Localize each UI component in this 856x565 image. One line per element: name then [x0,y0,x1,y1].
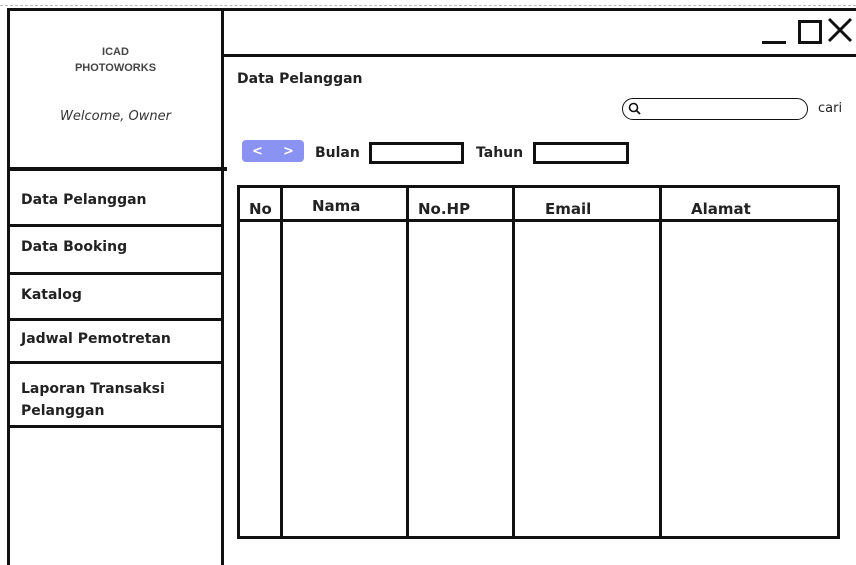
brand-name-line2: PHOTOWORKS [74,62,157,74]
sidebar-header-divider [10,167,227,171]
brand-logo: ICAD PHOTOWORKS [10,44,221,76]
sidebar-item-jadwal-pemotretan[interactable]: Jadwal Pemotretan [10,331,221,347]
column-header-nohp: No.HP [418,200,471,218]
minimize-icon[interactable] [762,16,788,46]
sidebar-divider [221,8,224,565]
sidebar-divider-line [10,272,221,275]
column-header-nama: Nama [312,197,361,215]
month-label: Bulan [315,145,360,161]
welcome-text: Welcome, Owner [60,109,171,124]
canvas-guide [0,5,856,6]
table-header-divider [240,219,837,222]
titlebar-divider [224,54,856,57]
column-header-no: No [249,200,272,218]
brand-name-line1: ICAD [102,46,129,58]
customer-table: No Nama No.HP Email Alamat [237,185,840,539]
year-label: Tahun [476,145,524,161]
column-header-alamat: Alamat [691,200,751,218]
column-divider [280,188,283,536]
page-title: Data Pelanggan [237,71,363,87]
column-divider [659,188,662,536]
column-header-email: Email [545,200,592,218]
search-button[interactable]: cari [818,101,842,116]
column-divider [512,188,515,536]
sidebar-item-data-booking[interactable]: Data Booking [10,239,221,255]
search-input[interactable] [645,100,800,117]
month-nav: < > [242,140,304,162]
search-field[interactable] [622,98,808,120]
sidebar-divider-line [10,361,221,364]
month-input[interactable] [369,142,464,164]
maximize-icon[interactable] [798,20,822,44]
sidebar-divider-line [10,318,221,321]
search-icon [628,102,641,115]
year-input[interactable] [533,142,629,164]
sidebar-divider-line [10,425,221,428]
next-button[interactable]: > [279,144,298,159]
close-icon[interactable] [826,16,854,44]
column-divider [406,188,409,536]
prev-button[interactable]: < [248,144,267,159]
sidebar-item-katalog[interactable]: Katalog [10,287,221,303]
sidebar-item-laporan-transaksi[interactable]: Laporan Transaksi Pelanggan [10,378,200,422]
sidebar-divider-line [10,224,221,227]
sidebar-item-data-pelanggan[interactable]: Data Pelanggan [10,192,221,208]
